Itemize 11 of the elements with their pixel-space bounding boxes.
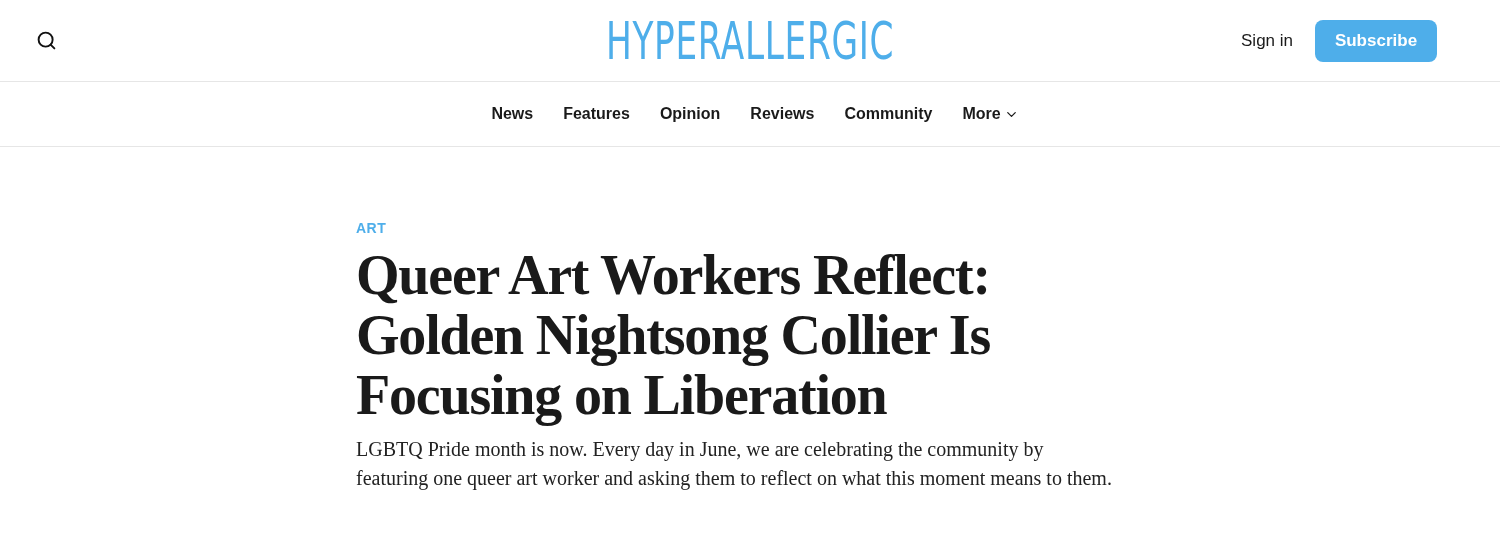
sign-in-link[interactable]: Sign in xyxy=(1241,30,1293,51)
nav-link[interactable]: Opinion xyxy=(659,105,721,123)
article-lede: LGBTQ Pride month is now. Every day in June, we are celebrating the community by featuring one queer art worker and asking them to reflect on what this moment means to them. xyxy=(356,437,1113,492)
article-title: Queer Art Workers Reflect: Golden Nightsong Collier Is Focusing on Liberation xyxy=(356,245,991,425)
search-icon xyxy=(36,30,57,51)
nav-link[interactable]: More xyxy=(962,105,1019,123)
search-button[interactable] xyxy=(36,30,57,51)
nav-link[interactable]: Features xyxy=(563,105,630,123)
nav-link[interactable]: News xyxy=(491,105,534,123)
nav-link[interactable]: Reviews xyxy=(750,105,815,123)
nav-link[interactable]: Community xyxy=(844,105,933,123)
